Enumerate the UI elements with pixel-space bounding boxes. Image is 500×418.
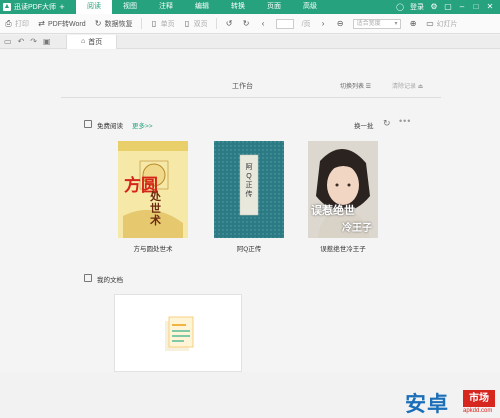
zoom-out-icon[interactable]: ⊖ — [336, 19, 345, 28]
menu-item[interactable]: 页面 — [256, 0, 292, 14]
convert-icon: ⇄ — [38, 19, 45, 28]
book-title-2[interactable]: 阿Q正传 — [199, 243, 299, 253]
switch-list-button[interactable]: 切换列表 ☰ — [340, 81, 371, 90]
minimize-button[interactable]: – — [458, 0, 466, 14]
menu-item[interactable]: 转换 — [220, 0, 256, 14]
slideshow-icon: ▭ — [426, 19, 434, 28]
new-tab-button[interactable]: + — [56, 0, 68, 14]
workspace: 工作台 切换列表 ☰ 清除记录 ⏏ 免费阅读 更多>> 换一批 ↻ ••• 方圆… — [0, 50, 500, 416]
page-input[interactable] — [275, 18, 294, 29]
window-tools: ◯ 登录 ⚙ ▢ – □ ✕ — [396, 0, 494, 14]
single-page-button[interactable]: ▯ 单页 — [150, 19, 175, 29]
clear-records-button[interactable]: 清除记录 ⏏ — [392, 81, 423, 90]
settings-icon[interactable]: ⚙ — [430, 0, 438, 14]
page-separator: /页 — [301, 20, 311, 28]
book-cover-title: 误惹绝世 — [311, 204, 355, 217]
maximize-button[interactable]: □ — [472, 0, 480, 14]
slideshow-label: 幻灯片 — [436, 20, 458, 28]
swap-batch-link[interactable]: 换一批 — [354, 120, 374, 130]
divider — [140, 18, 142, 29]
menu-item[interactable]: 阅读 — [76, 0, 112, 14]
document-icon — [84, 274, 92, 282]
pdf-to-word-button[interactable]: ⇄ PDF转Word — [37, 19, 86, 29]
tab-bar: ▭ ↶ ↷ ▣ ⌂ 首页 — [0, 34, 500, 49]
my-docs-card[interactable] — [114, 294, 242, 372]
divider — [61, 97, 441, 98]
book-icon — [84, 120, 92, 128]
app-title: 迅读PDF大师 — [14, 4, 56, 11]
single-page-label: 单页 — [160, 20, 175, 28]
book-cover-2[interactable]: 阿Q正传 — [214, 141, 284, 238]
clear-records-label: 清除记录 — [392, 84, 417, 90]
book-cover-subtitle: 处世术 — [150, 190, 161, 227]
zoom-in-icon[interactable]: ⊕ — [409, 19, 418, 28]
skin-icon[interactable]: ▢ — [444, 0, 452, 14]
watermark-badge: 市场 — [463, 390, 495, 407]
tab-home-label: 首页 — [88, 38, 103, 46]
watermark-domain: apkdd.com — [463, 408, 493, 414]
more-options-icon[interactable]: ••• — [399, 116, 411, 126]
book-title-1[interactable]: 方与圆处世术 — [103, 243, 203, 253]
book-cover-1[interactable]: 方圆 处世术 — [118, 141, 188, 238]
tab-quick-tools: ▭ ↶ ↷ ▣ — [0, 37, 66, 46]
home-icon: ⌂ — [81, 38, 86, 45]
menu-list: 阅读 视图 注释 编辑 转换 页面 高级 — [76, 0, 328, 14]
open-folder-icon[interactable]: ▭ — [4, 37, 12, 46]
empty-document-icon — [165, 316, 194, 351]
menu-item[interactable]: 编辑 — [184, 0, 220, 14]
book-title-3[interactable]: 误惹绝世冷王子 — [293, 243, 393, 253]
double-page-button[interactable]: ▯ 双页 — [183, 19, 208, 29]
app-brand[interactable]: ▲ 迅读PDF大师 — [0, 0, 56, 14]
slideshow-button[interactable]: ▭ 幻灯片 — [426, 19, 458, 29]
pdf-to-word-label: PDF转Word — [48, 20, 86, 28]
book-cover-title: 阿Q正传 — [245, 164, 253, 198]
book-cover-subtitle: 冷王子 — [342, 223, 372, 234]
undo-icon[interactable]: ↶ — [18, 37, 25, 46]
rotate-right-icon[interactable]: ↻ — [242, 19, 251, 28]
restore-label: 数据恢复 — [104, 20, 133, 28]
double-page-icon: ▯ — [184, 19, 190, 28]
user-icon[interactable]: ◯ — [396, 3, 404, 11]
print-label: 打印 — [15, 20, 29, 28]
watermark-brand: 安卓 — [405, 393, 449, 416]
menu-item[interactable]: 视图 — [112, 0, 148, 14]
workspace-title: 工作台 — [232, 83, 253, 90]
switch-list-label: 切换列表 — [340, 84, 365, 90]
restore-button[interactable]: ↻ 数据恢复 — [94, 19, 133, 29]
zoom-select[interactable]: 适合宽度 — [352, 18, 401, 29]
print-button[interactable]: ⎙ 打印 — [4, 19, 29, 29]
single-page-icon: ▯ — [151, 19, 157, 28]
rotate-left-icon[interactable]: ↺ — [225, 19, 234, 28]
restore-icon: ↻ — [94, 19, 102, 28]
tab-home[interactable]: ⌂ 首页 — [66, 34, 118, 49]
next-page-icon[interactable]: › — [319, 19, 328, 28]
menu-item[interactable]: 高级 — [292, 0, 328, 14]
menu-bar: ▲ 迅读PDF大师 + 阅读 视图 注释 编辑 转换 页面 高级 ◯ 登录 ⚙ ▢ – □ … — [0, 0, 500, 14]
printer-icon: ⎙ — [5, 19, 12, 28]
app-logo-icon: ▲ — [3, 3, 11, 11]
double-page-label: 双页 — [193, 20, 208, 28]
free-reading-title: 免费阅读 — [97, 123, 123, 130]
save-icon[interactable]: ▣ — [43, 37, 51, 46]
menu-item[interactable]: 注释 — [148, 0, 184, 14]
more-link[interactable]: 更多>> — [132, 120, 153, 130]
login-link[interactable]: 登录 — [410, 2, 424, 12]
prev-page-icon[interactable]: ‹ — [259, 19, 268, 28]
divider — [215, 18, 217, 29]
my-docs-title: 我的文档 — [97, 277, 123, 284]
close-button[interactable]: ✕ — [486, 0, 494, 14]
redo-icon[interactable]: ↷ — [30, 37, 37, 46]
toolbar: ⎙ 打印 ⇄ PDF转Word ↻ 数据恢复 ▯ 单页 ▯ 双页 ↺ ↻ ‹ /… — [0, 14, 500, 34]
book-cover-3[interactable]: 误惹绝世 冷王子 — [308, 141, 378, 238]
refresh-icon[interactable]: ↻ — [383, 118, 391, 129]
